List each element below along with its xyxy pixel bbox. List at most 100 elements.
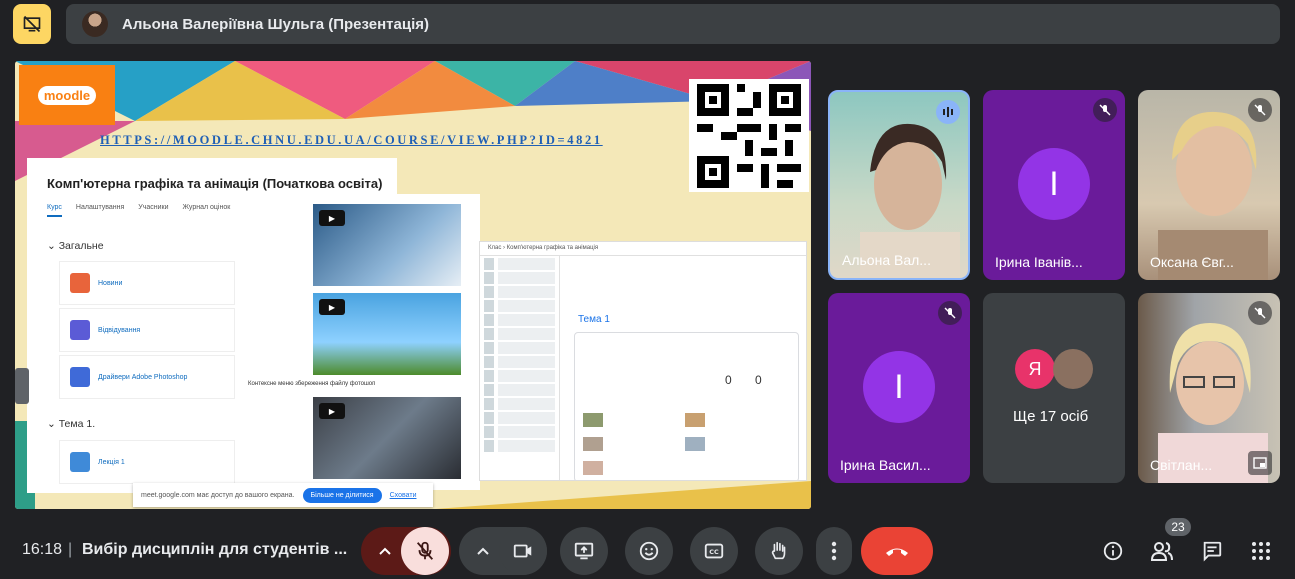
activity-label: Драйвери Adobe Photoshop: [98, 373, 188, 381]
participant-tile-2[interactable]: І Ірина Іванів...: [983, 90, 1125, 280]
classroom-assignment-card: 0 0: [574, 332, 799, 480]
attachment-thumb: [583, 413, 603, 427]
forum-icon: [70, 273, 90, 293]
raise-hand-button[interactable]: [755, 527, 803, 575]
participant-count-badge: 23: [1165, 518, 1191, 536]
chat-button[interactable]: [1198, 537, 1226, 565]
microphone-toggle-button[interactable]: [401, 527, 449, 575]
assigned-count: 0: [755, 373, 762, 387]
mic-off-icon: [1248, 98, 1272, 122]
people-button[interactable]: [1148, 537, 1176, 565]
course-title: Комп'ютерна графіка та анімація (Початко…: [47, 176, 383, 191]
participant-tile-6[interactable]: Світлан...: [1138, 293, 1280, 483]
more-participants-label: Ще 17 осіб: [1013, 408, 1089, 425]
classroom-sidebar: [480, 256, 560, 480]
activity-label: Новини: [98, 279, 123, 287]
tab-participants: Учасники: [138, 204, 169, 211]
captions-button[interactable]: CC: [690, 527, 738, 575]
leave-call-button[interactable]: [861, 527, 933, 575]
people-icon: [1150, 542, 1173, 561]
classroom-breadcrumb: Клас › Комп'ютерна графіка та анімація: [480, 242, 806, 256]
more-participants-tile[interactable]: Я Ще 17 осіб: [983, 293, 1125, 483]
file-icon: [70, 452, 90, 472]
handed-in-count: 0: [725, 373, 732, 387]
separator: |: [68, 541, 73, 558]
info-icon: [1103, 541, 1123, 561]
activity-drivers: Драйвери Adobe Photoshop: [59, 355, 235, 399]
participant-tile-1[interactable]: Альона Вал...: [828, 90, 970, 280]
hide-notice-link: Сховати: [389, 491, 417, 499]
file-icon: [70, 367, 90, 387]
present-now-button[interactable]: [560, 527, 608, 575]
present-off-icon: [23, 15, 41, 33]
emoji-icon: [639, 541, 659, 561]
video-thumb-photoshop: ▶: [313, 397, 461, 479]
present-screen-icon: [574, 542, 594, 560]
svg-text:CC: CC: [709, 548, 719, 556]
participant-name: Ірина Іванів...: [995, 254, 1083, 270]
reactions-button[interactable]: [625, 527, 673, 575]
camera-toggle-button[interactable]: [499, 527, 547, 575]
section-general-label: Загальне: [58, 240, 104, 252]
closed-captions-icon: CC: [704, 543, 724, 559]
attendance-icon: [70, 320, 90, 340]
stop-sharing-button: Більше не ділитися: [302, 487, 382, 503]
activity-news: Новини: [59, 261, 235, 305]
apps-grid-icon: [1252, 542, 1270, 560]
more-participants-avatars: Я: [1015, 349, 1093, 389]
video-caption: Контексне меню збереження файлу фотошоп: [248, 381, 376, 387]
more-vert-icon: [831, 541, 837, 561]
classroom-window: Клас › Комп'ютерна графіка та анімація Т…: [479, 241, 807, 481]
activities-button[interactable]: [1247, 537, 1275, 565]
hang-up-icon: [886, 548, 908, 556]
moodle-logo-text: moodle: [37, 85, 97, 105]
activity-label: Лекція 1: [98, 458, 125, 466]
side-panel-handle[interactable]: [15, 368, 29, 404]
participant-name: Ірина Васил...: [840, 457, 931, 473]
section-general: ⌄ Загальне: [47, 240, 104, 252]
video-thumb-milk: ▶: [313, 204, 461, 286]
shared-screen: moodle HTTPS://MOODLE.CHNU.EDU.UA/COURSE…: [15, 61, 811, 509]
screen-share-notice: meet.google.com має доступ до вашого екр…: [133, 483, 433, 507]
chat-icon: [1203, 541, 1222, 562]
share-notice-text: meet.google.com має доступ до вашого екр…: [141, 491, 295, 499]
presentation-layout-button[interactable]: [13, 4, 51, 44]
video-list: ▶ ▶ Контексне меню збереження файлу фото…: [245, 194, 480, 490]
attachment-thumb: [583, 437, 603, 451]
participant-tile-4[interactable]: І Ірина Васил...: [828, 293, 970, 483]
participant-avatar: І: [863, 351, 935, 423]
classroom-main: Тема 1 0 0: [566, 256, 802, 480]
presenter-title-bar[interactable]: Альона Валеріївна Шульга (Презентація): [66, 4, 1280, 44]
participant-name: Альона Вал...: [842, 252, 931, 268]
meeting-name: Вибір дисциплін для студентів ...: [82, 541, 348, 558]
more-options-button[interactable]: [816, 527, 852, 575]
play-icon: ▶: [319, 210, 345, 226]
mic-off-icon: [1248, 301, 1272, 325]
moodle-logo: moodle: [19, 65, 115, 125]
section-tema-label: Тема 1.: [58, 418, 96, 430]
participant-name: Світлан...: [1150, 457, 1213, 473]
attachment-thumb: [583, 461, 603, 475]
mic-off-icon: [938, 301, 962, 325]
course-url-link: HTTPS://MOODLE.CHNU.EDU.UA/COURSE/VIEW.P…: [100, 133, 603, 147]
participant-name: Оксана Євг...: [1150, 254, 1234, 270]
activity-attendance: Відвідування: [59, 308, 235, 352]
camera-icon: [513, 544, 532, 558]
chevron-up-icon: [379, 547, 391, 555]
participant-avatar: Я: [1015, 349, 1055, 389]
play-icon: ▶: [319, 299, 345, 315]
presenter-avatar: [82, 11, 108, 37]
meeting-details-button[interactable]: [1099, 537, 1127, 565]
tab-settings: Налаштування: [75, 204, 125, 211]
pip-icon: [1248, 451, 1272, 475]
play-icon: ▶: [319, 403, 345, 419]
clock: 16:18: [22, 541, 63, 558]
mic-off-icon: [416, 541, 434, 560]
presenter-title: Альона Валеріївна Шульга (Презентація): [122, 15, 429, 33]
chevron-up-icon: [477, 547, 489, 555]
participant-avatar: І: [1018, 148, 1090, 220]
attachment-thumb: [685, 437, 705, 451]
tab-course: Курс: [47, 204, 62, 217]
participant-tile-3[interactable]: Оксана Євг...: [1138, 90, 1280, 280]
activity-label: Відвідування: [98, 326, 141, 334]
